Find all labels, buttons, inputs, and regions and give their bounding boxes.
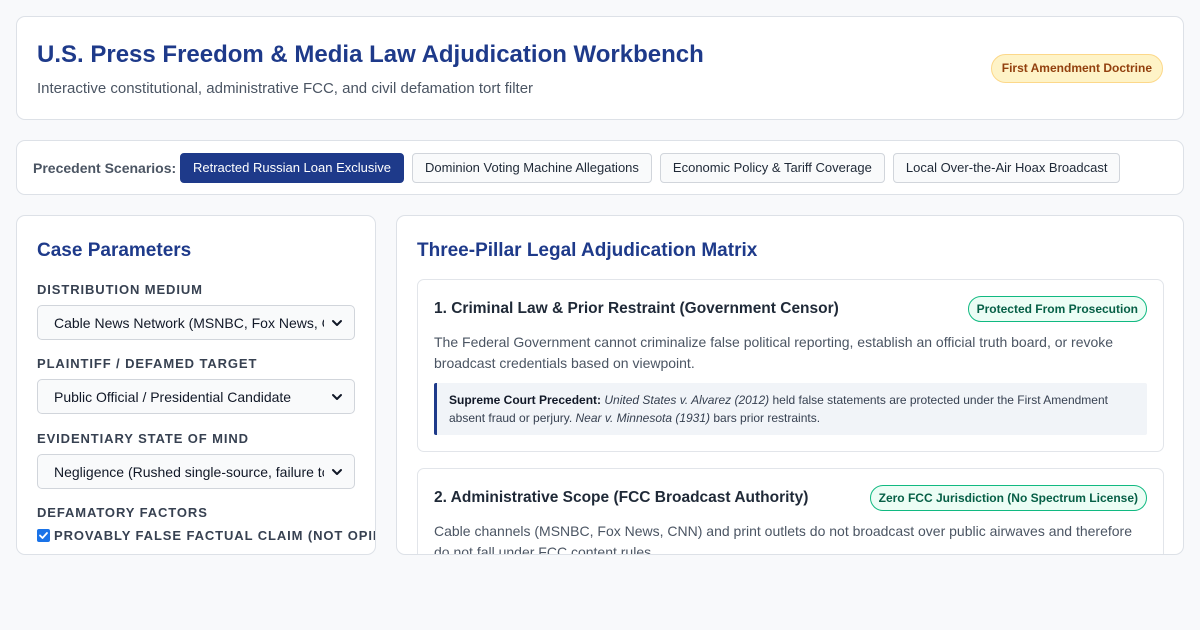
chevron-down-icon <box>332 394 342 400</box>
pillar-title: 1. Criminal Law & Prior Restraint (Gover… <box>434 300 839 317</box>
factor-false-claim-checkbox[interactable] <box>37 529 50 542</box>
precedent-case-near: Near v. Minnesota (1931) <box>575 411 711 425</box>
header-card: U.S. Press Freedom & Media Law Adjudicat… <box>16 16 1184 120</box>
pillar-description: The Federal Government cannot criminaliz… <box>434 334 1114 371</box>
matrix-title: Three-Pillar Legal Adjudication Matrix <box>417 240 758 261</box>
pillar-criminal-law: 1. Criminal Law & Prior Restraint (Gover… <box>417 279 1164 452</box>
scenario-tab-tariff[interactable]: Economic Policy & Tariff Coverage <box>659 153 885 183</box>
doctrine-badge: First Amendment Doctrine <box>990 54 1163 83</box>
pillar-title: 2. Administrative Scope (FCC Broadcast A… <box>434 489 809 506</box>
adjudication-matrix-panel: Three-Pillar Legal Adjudication Matrix 1… <box>396 215 1184 555</box>
factor-false-claim-row[interactable]: Provably False Factual Claim (Not Opinio… <box>37 528 375 543</box>
plaintiff-select-value: Public Official / Presidential Candidate <box>54 389 292 405</box>
status-badge: Protected From Prosecution <box>967 296 1147 322</box>
precedent-case-alvarez: United States v. Alvarez (2012) <box>604 393 770 407</box>
state-of-mind-select[interactable]: Negligence (Rushed single-source, failur… <box>37 454 355 489</box>
chevron-down-icon <box>332 469 342 475</box>
checkmark-icon <box>39 532 48 539</box>
case-parameters-title: Case Parameters <box>37 240 192 261</box>
scenario-tab-hoax-broadcast[interactable]: Local Over-the-Air Hoax Broadcast <box>892 153 1121 183</box>
medium-label: Distribution Medium <box>37 282 203 297</box>
scenarios-label: Precedent Scenarios: <box>33 160 177 176</box>
precedent-text-2: bars prior restraints. <box>710 411 821 425</box>
scenario-tabs: Retracted Russian Loan Exclusive Dominio… <box>180 153 1121 183</box>
chevron-down-icon <box>332 320 342 326</box>
medium-select[interactable]: Cable News Network (MSNBC, Fox News, CNN… <box>37 305 355 340</box>
page-title: U.S. Press Freedom & Media Law Adjudicat… <box>37 41 704 68</box>
plaintiff-label: Plaintiff / Defamed Target <box>37 356 258 371</box>
factor-false-claim-label: Provably False Factual Claim (Not Opinio… <box>54 528 375 543</box>
scenario-tab-dominion[interactable]: Dominion Voting Machine Allegations <box>412 153 652 183</box>
state-of-mind-label: Evidentiary State of Mind <box>37 431 249 446</box>
defamatory-factors-label: Defamatory Factors <box>37 505 208 520</box>
plaintiff-select[interactable]: Public Official / Presidential Candidate <box>37 379 355 414</box>
pillar-fcc-authority: 2. Administrative Scope (FCC Broadcast A… <box>417 468 1164 555</box>
scenario-tab-russian-loan[interactable]: Retracted Russian Loan Exclusive <box>180 153 404 183</box>
status-badge: Zero FCC Jurisdiction (No Spectrum Licen… <box>869 485 1147 511</box>
page-subtitle: Interactive constitutional, administrati… <box>37 80 534 97</box>
case-parameters-panel: Case Parameters Distribution Medium Cabl… <box>16 215 376 555</box>
precedent-label: Supreme Court Precedent: <box>449 393 602 407</box>
precedent-note: Supreme Court Precedent: United States v… <box>434 383 1147 435</box>
pillar-description: Cable channels (MSNBC, Fox News, CNN) an… <box>434 523 1132 555</box>
medium-select-value: Cable News Network (MSNBC, Fox News, CNN… <box>54 315 324 331</box>
state-of-mind-select-value: Negligence (Rushed single-source, failur… <box>54 464 324 480</box>
scenario-bar: Precedent Scenarios: Retracted Russian L… <box>16 140 1184 195</box>
